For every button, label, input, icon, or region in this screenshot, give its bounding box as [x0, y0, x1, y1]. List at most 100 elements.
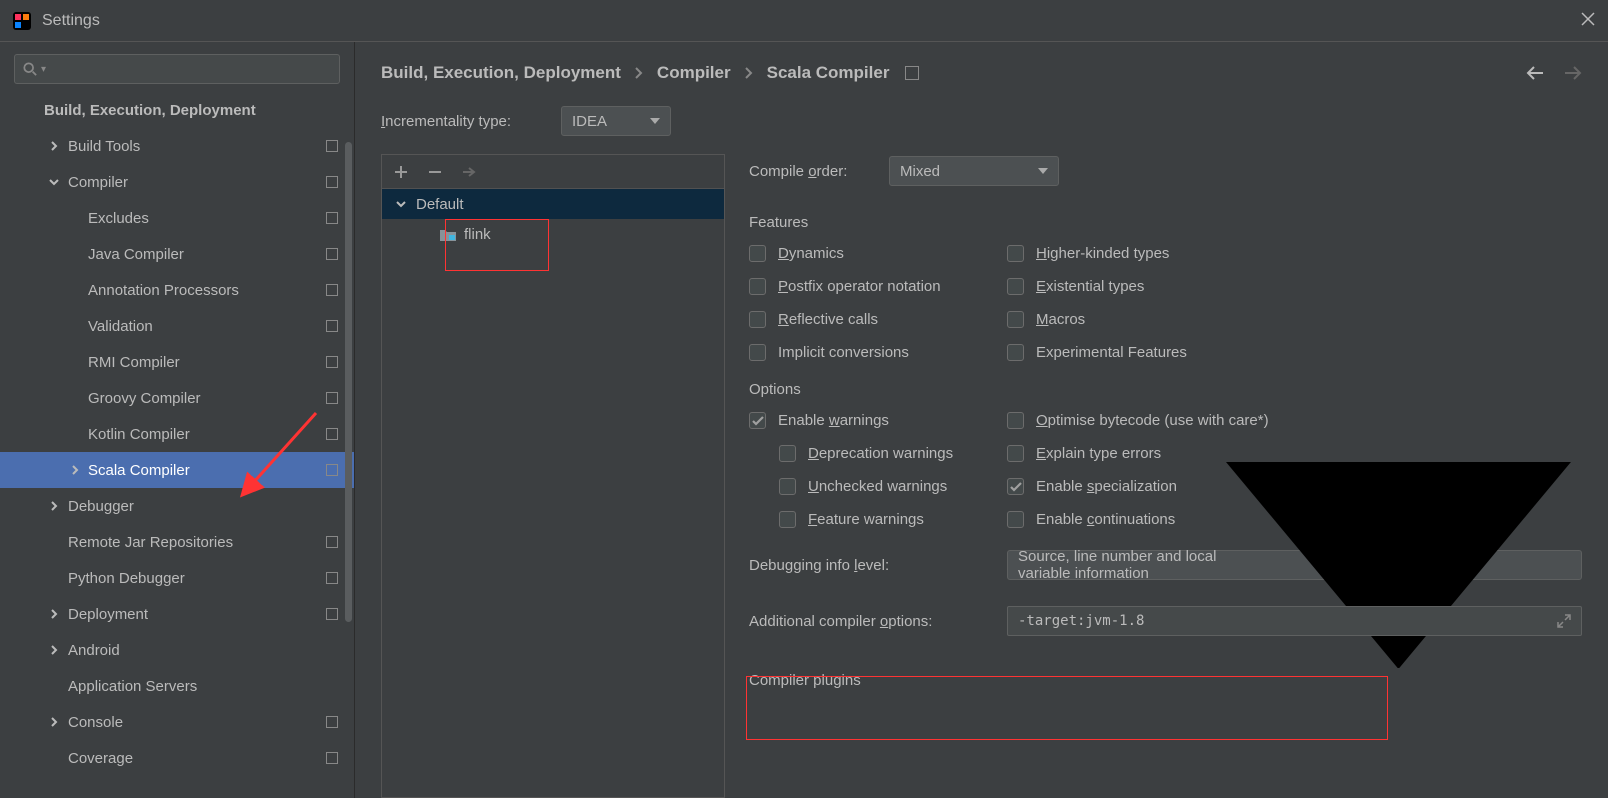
sidebar-item-annotation-processors[interactable]: Annotation Processors [0, 272, 354, 308]
tree-label: Python Debugger [68, 570, 185, 587]
checkbox[interactable] [1007, 412, 1024, 429]
check-label: Implicit conversions [778, 344, 909, 361]
sidebar-item-validation[interactable]: Validation [0, 308, 354, 344]
sidebar-item-debugger[interactable]: Debugger [0, 488, 354, 524]
add-icon[interactable] [394, 165, 408, 179]
check-label: Feature warnings [808, 511, 924, 528]
project-scope-icon [326, 536, 338, 548]
profile-default[interactable]: Default [382, 189, 724, 219]
check-label: Higher-kinded types [1036, 245, 1169, 262]
check-experimental-features[interactable]: Experimental Features [1007, 344, 1187, 361]
check-label: Reflective calls [778, 311, 878, 328]
sidebar-item-deployment[interactable]: Deployment [0, 596, 354, 632]
sidebar-item-excludes[interactable]: Excludes [0, 200, 354, 236]
tree-label: RMI Compiler [88, 354, 180, 371]
check-deprecation-warnings[interactable]: Deprecation warnings [749, 445, 1007, 462]
check-dynamics[interactable]: Dynamics [749, 245, 1007, 262]
project-scope-icon [905, 66, 919, 80]
debug-level-label: Debugging info level: [749, 557, 1007, 574]
check-postfix-operator-notation[interactable]: Postfix operator notation [749, 278, 1007, 295]
tree-label: Java Compiler [88, 246, 184, 263]
remove-icon[interactable] [428, 165, 442, 179]
checkbox[interactable] [779, 478, 796, 495]
checkbox[interactable] [749, 278, 766, 295]
sidebar-item-remote-jar-repositories[interactable]: Remote Jar Repositories [0, 524, 354, 560]
tree-label: Scala Compiler [88, 462, 190, 479]
sidebar-item-python-debugger[interactable]: Python Debugger [0, 560, 354, 596]
project-scope-icon [326, 464, 338, 476]
check-label: Optimise bytecode (use with care*) [1036, 412, 1269, 429]
sidebar-item-kotlin-compiler[interactable]: Kotlin Compiler [0, 416, 354, 452]
project-scope-icon [326, 248, 338, 260]
check-higher-kinded-types[interactable]: Higher-kinded types [1007, 245, 1187, 262]
profile-default-label: Default [416, 196, 464, 213]
goto-icon[interactable] [462, 165, 476, 179]
checkbox[interactable] [1007, 278, 1024, 295]
check-optimise-bytecode-use-with-care-[interactable]: Optimise bytecode (use with care*) [1007, 412, 1269, 429]
check-existential-types[interactable]: Existential types [1007, 278, 1187, 295]
debug-level-select[interactable]: Source, line number and local variable i… [1007, 550, 1582, 580]
check-unchecked-warnings[interactable]: Unchecked warnings [749, 478, 1007, 495]
sidebar-item-compiler[interactable]: Compiler [0, 164, 354, 200]
breadcrumb: Build, Execution, Deployment Compiler Sc… [381, 42, 1582, 104]
checkbox[interactable] [1007, 311, 1024, 328]
checkbox[interactable] [779, 445, 796, 462]
checkbox[interactable] [1007, 511, 1024, 528]
sidebar-item-rmi-compiler[interactable]: RMI Compiler [0, 344, 354, 380]
checkbox[interactable] [1007, 344, 1024, 361]
sidebar-item-application-servers[interactable]: Application Servers [0, 668, 354, 704]
check-label: Enable specialization [1036, 478, 1177, 495]
close-button[interactable] [1580, 11, 1596, 31]
checkbox[interactable] [1007, 245, 1024, 262]
check-label: Deprecation warnings [808, 445, 953, 462]
checkbox[interactable] [749, 245, 766, 262]
sidebar-item-console[interactable]: Console [0, 704, 354, 740]
sidebar-item-java-compiler[interactable]: Java Compiler [0, 236, 354, 272]
sidebar-item-android[interactable]: Android [0, 632, 354, 668]
checkbox[interactable] [1007, 445, 1024, 462]
tree-label: Groovy Compiler [88, 390, 201, 407]
sidebar-scrollbar[interactable] [345, 142, 352, 622]
tree-label: Android [68, 642, 120, 659]
project-scope-icon [326, 608, 338, 620]
sidebar-item-coverage[interactable]: Coverage [0, 740, 354, 776]
check-implicit-conversions[interactable]: Implicit conversions [749, 344, 1007, 361]
nav-back-icon[interactable] [1526, 63, 1546, 83]
check-label: Enable warnings [778, 412, 889, 429]
sidebar-item-scala-compiler[interactable]: Scala Compiler [0, 452, 354, 488]
compile-order-select[interactable]: Mixed [889, 156, 1059, 186]
nav-forward-icon [1562, 63, 1582, 83]
addopts-value: -target:jvm-1.8 [1018, 613, 1144, 629]
breadcrumb-part[interactable]: Compiler [657, 63, 731, 83]
check-macros[interactable]: Macros [1007, 311, 1187, 328]
profile-module-flink[interactable]: flink [382, 219, 724, 249]
sidebar-item-build-tools[interactable]: Build Tools [0, 128, 354, 164]
debug-level-value: Source, line number and local variable i… [1018, 548, 1226, 582]
addopts-input[interactable]: -target:jvm-1.8 [1007, 606, 1582, 636]
checkbox[interactable] [749, 311, 766, 328]
check-feature-warnings[interactable]: Feature warnings [749, 511, 1007, 528]
settings-column: Compile order: Mixed Features DynamicsPo… [749, 154, 1582, 798]
incrementality-label: Incrementality type: [381, 113, 561, 130]
check-enable-warnings[interactable]: Enable warnings [749, 412, 1007, 429]
check-explain-type-errors[interactable]: Explain type errors [1007, 445, 1269, 462]
sidebar-item-build-execution-deployment[interactable]: Build, Execution, Deployment [0, 92, 354, 128]
tree-label: Coverage [68, 750, 133, 767]
incrementality-select[interactable]: IDEA [561, 106, 671, 136]
tree-label: Remote Jar Repositories [68, 534, 233, 551]
project-scope-icon [326, 212, 338, 224]
sidebar-search[interactable]: ▾ [14, 54, 340, 84]
checkbox[interactable] [1007, 478, 1024, 495]
checkbox[interactable] [749, 344, 766, 361]
sidebar-search-input[interactable] [46, 61, 331, 77]
breadcrumb-part[interactable]: Build, Execution, Deployment [381, 63, 621, 83]
checkbox[interactable] [749, 412, 766, 429]
project-scope-icon [326, 392, 338, 404]
sidebar-item-groovy-compiler[interactable]: Groovy Compiler [0, 380, 354, 416]
checkbox[interactable] [779, 511, 796, 528]
check-label: Macros [1036, 311, 1085, 328]
project-scope-icon [326, 716, 338, 728]
check-reflective-calls[interactable]: Reflective calls [749, 311, 1007, 328]
expand-icon[interactable] [1557, 614, 1571, 628]
project-scope-icon [326, 320, 338, 332]
